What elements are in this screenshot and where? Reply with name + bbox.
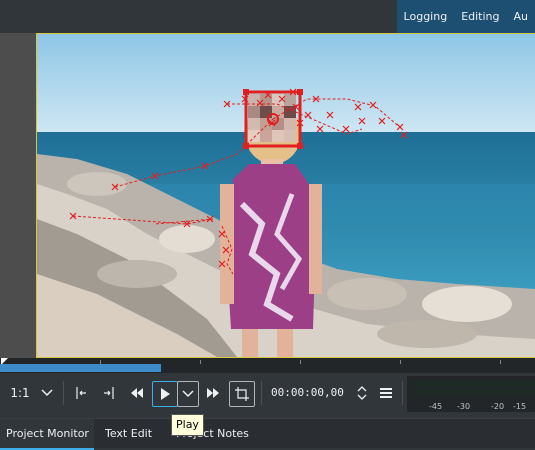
- ruler-tick: [100, 360, 101, 364]
- crop-icon: [235, 387, 249, 401]
- play-tooltip: Play: [171, 414, 204, 436]
- blurred-face: [248, 94, 296, 142]
- timecode-display[interactable]: 00:00:00,00: [271, 381, 344, 405]
- toolbar-separator: [63, 381, 64, 405]
- chevron-down-icon[interactable]: [38, 381, 56, 405]
- audio-meter: -45 -30 -20 -15: [407, 376, 535, 412]
- meter-scale-label: -15: [513, 402, 526, 411]
- chevron-down-icon: [182, 390, 194, 398]
- monitor-ruler[interactable]: [0, 358, 535, 373]
- zone-out-icon[interactable]: [98, 381, 120, 405]
- top-bar: Logging Editing Au: [0, 0, 535, 33]
- playback-progress: [0, 364, 161, 372]
- meter-scale-label: -20: [491, 402, 504, 411]
- viewport-margin: [0, 33, 36, 358]
- audio-meter-channel: [411, 389, 535, 395]
- meter-scale-label: -30: [457, 402, 470, 411]
- workspace-tab-editing[interactable]: Editing: [454, 0, 506, 33]
- ruler-tick: [500, 360, 501, 364]
- play-button[interactable]: [152, 381, 178, 407]
- monitor-toolbar: 1:1 00:00:00,00 -45 -30 -20 -15: [0, 373, 535, 415]
- play-icon: [159, 387, 171, 401]
- tab-text-edit[interactable]: Text Edit: [99, 419, 158, 448]
- ruler-tick: [200, 360, 201, 364]
- monitor-viewport[interactable]: [0, 33, 535, 358]
- toolbar-separator: [261, 381, 262, 405]
- fast-forward-icon[interactable]: [202, 381, 224, 405]
- tab-project-monitor[interactable]: Project Monitor: [0, 419, 94, 450]
- zone-in-icon[interactable]: [70, 381, 92, 405]
- workspace-tab-logging[interactable]: Logging: [397, 0, 455, 33]
- workspace-tab-audio[interactable]: Au: [507, 0, 535, 33]
- workspace-tabs: Logging Editing Au: [397, 0, 535, 33]
- ruler-tick: [300, 360, 301, 364]
- video-frame-image: [37, 34, 535, 357]
- hamburger-menu-icon[interactable]: [376, 381, 396, 405]
- up-down-arrows-icon[interactable]: [354, 381, 370, 405]
- audio-meter-channel: [411, 380, 535, 386]
- meter-scale-label: -45: [429, 402, 442, 411]
- zoom-level-label[interactable]: 1:1: [8, 381, 32, 405]
- play-options-button[interactable]: [177, 381, 199, 407]
- crop-button[interactable]: [229, 381, 255, 407]
- toolbar-separator: [402, 381, 403, 405]
- dock-tabs: Project Monitor Text Edit Project Notes: [0, 418, 535, 448]
- ruler-tick: [400, 360, 401, 364]
- rewind-icon[interactable]: [126, 381, 148, 405]
- video-frame[interactable]: [36, 33, 535, 358]
